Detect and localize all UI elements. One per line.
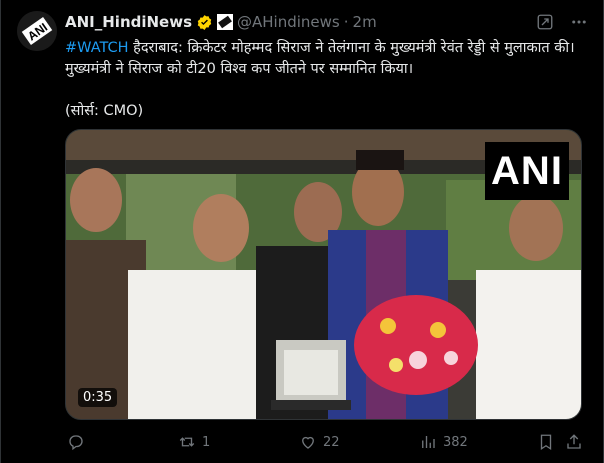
hashtag-link[interactable]: #WATCH <box>65 40 129 56</box>
timestamp[interactable]: 2m <box>353 13 377 31</box>
video-player[interactable]: ANI 0:35 <box>65 129 582 420</box>
views-button[interactable]: 382 <box>419 433 468 451</box>
retweet-count: 1 <box>202 434 211 450</box>
like-count: 22 <box>323 434 340 450</box>
reply-button[interactable] <box>67 433 91 451</box>
tweet-body: #WATCH हैदराबाद: क्रिकेटर मोहम्मद सिराज … <box>65 38 585 80</box>
like-button[interactable]: 22 <box>299 433 340 451</box>
author-handle[interactable]: @AHindinews <box>237 13 340 31</box>
video-duration: 0:35 <box>78 388 118 407</box>
share-icon <box>567 434 581 449</box>
view-count: 382 <box>443 434 468 450</box>
tweet-actions: 1 22 382 <box>65 432 585 452</box>
affiliation-badge-icon[interactable] <box>217 14 234 30</box>
heart-icon <box>302 436 314 449</box>
avatar[interactable]: ANI <box>17 11 57 51</box>
retweet-button[interactable]: 1 <box>178 433 210 451</box>
share-button[interactable] <box>565 433 583 451</box>
verified-badge-icon <box>196 14 213 31</box>
header-actions <box>535 12 589 32</box>
tweet-source: (सोर्स: CMO) <box>65 103 144 119</box>
separator: · <box>343 13 349 31</box>
tweet-text: #WATCH हैदराबाद: क्रिकेटर मोहम्मद सिराज … <box>65 38 585 122</box>
more-icon[interactable] <box>569 12 589 32</box>
tweet-body-text: हैदराबाद: क्रिकेटर मोहम्मद सिराज ने तेलं… <box>65 40 575 77</box>
views-icon <box>422 436 435 448</box>
tweet[interactable]: ANI ANI_HindiNews @AHindinews · 2m #WATC… <box>0 0 604 463</box>
ani-watermark: ANI <box>485 142 569 200</box>
bookmark-button[interactable] <box>537 433 555 451</box>
grok-icon[interactable] <box>535 12 555 32</box>
ani-logo-icon: ANI <box>17 11 57 51</box>
retweet-icon <box>179 437 195 447</box>
reply-icon <box>69 435 83 451</box>
tweet-header: ANI_HindiNews @AHindinews · 2m <box>65 12 377 32</box>
bookmark-icon <box>540 434 552 451</box>
author-name[interactable]: ANI_HindiNews <box>65 13 192 31</box>
